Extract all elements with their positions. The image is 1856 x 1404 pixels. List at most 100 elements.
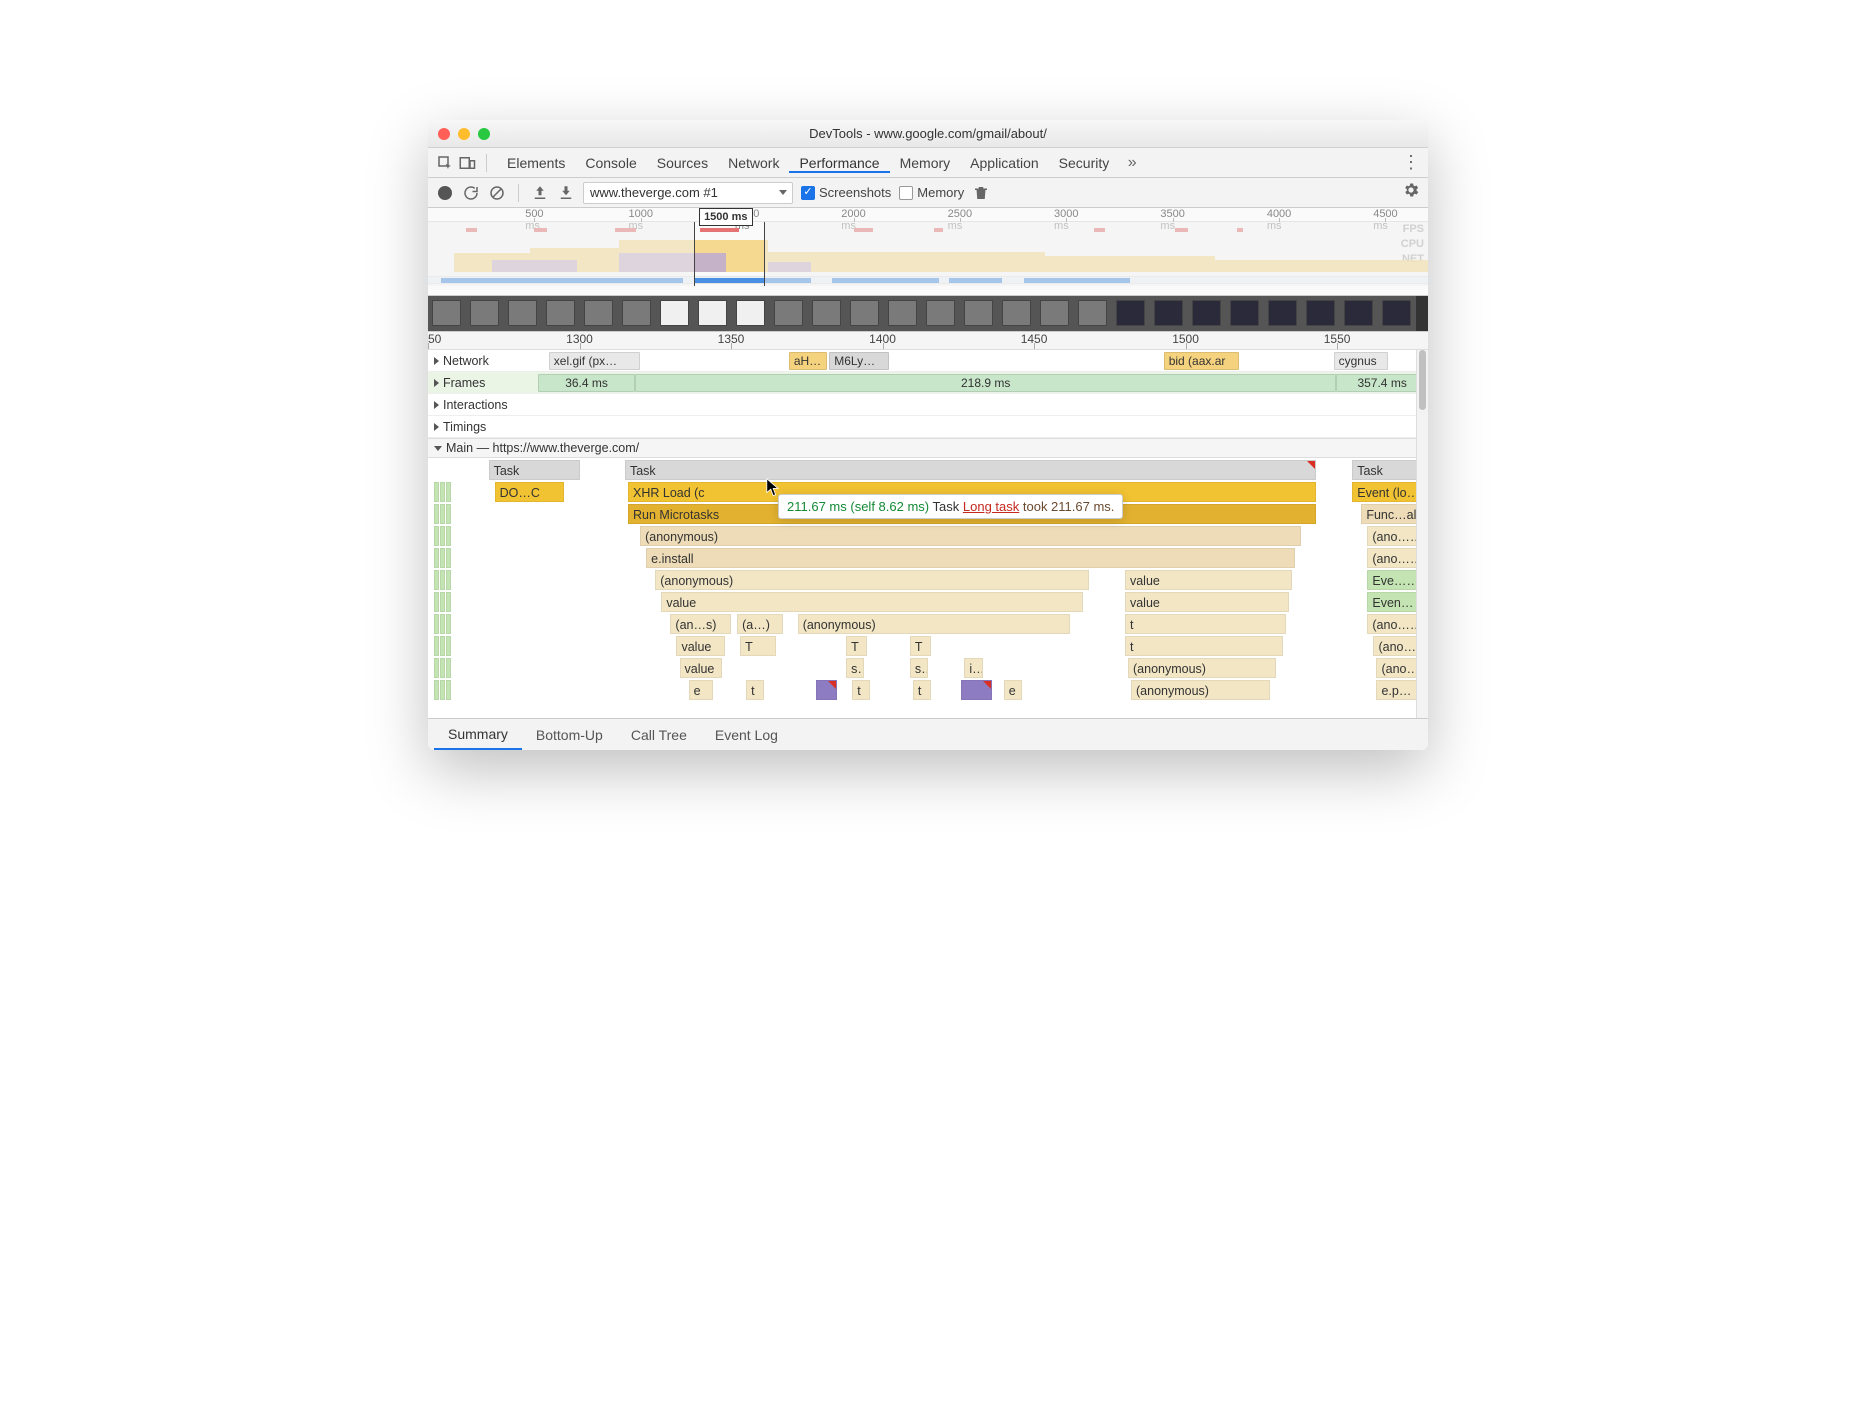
tab-sources[interactable]: Sources: [647, 155, 718, 171]
checkbox-unchecked-icon[interactable]: [899, 186, 913, 200]
flame-event[interactable]: T: [910, 636, 931, 656]
flame-chart[interactable]: 211.67 ms (self 8.62 ms) Task Long task …: [428, 458, 1428, 718]
flame-event[interactable]: i…: [964, 658, 982, 678]
tab-security[interactable]: Security: [1049, 155, 1120, 171]
flame-event[interactable]: t: [746, 680, 764, 700]
flame-event[interactable]: T: [740, 636, 776, 656]
flame-event[interactable]: (an…s): [670, 614, 731, 634]
details-tab-summary[interactable]: Summary: [434, 719, 522, 750]
filmstrip-frame[interactable]: [960, 296, 998, 331]
flame-event[interactable]: Task: [489, 460, 580, 480]
filmstrip-frame[interactable]: [1226, 296, 1264, 331]
flame-event[interactable]: [816, 680, 837, 700]
network-request[interactable]: bid (aax.ar: [1164, 352, 1240, 370]
filmstrip-frame[interactable]: [732, 296, 770, 331]
flame-event[interactable]: (anonymous): [1128, 658, 1276, 678]
flame-event[interactable]: s…: [910, 658, 928, 678]
garbage-collect-button[interactable]: [972, 184, 990, 202]
upload-profile-button[interactable]: [531, 184, 549, 202]
chevron-right-icon[interactable]: [434, 379, 439, 387]
filmstrip-frame[interactable]: [504, 296, 542, 331]
flame-event[interactable]: [446, 680, 451, 700]
flame-event[interactable]: (anonymous): [640, 526, 1301, 546]
session-dropdown[interactable]: www.theverge.com #1: [583, 182, 793, 204]
overview-timeline[interactable]: 500 ms1000 ms1500 ms2000 ms2500 ms3000 m…: [428, 208, 1428, 296]
flame-event[interactable]: (anonymous): [655, 570, 1088, 590]
flame-event[interactable]: [440, 680, 445, 700]
filmstrip-frame[interactable]: [770, 296, 808, 331]
filmstrip-frame[interactable]: [1188, 296, 1226, 331]
minimize-window-button[interactable]: [458, 128, 470, 140]
tab-memory[interactable]: Memory: [890, 155, 961, 171]
flame-event[interactable]: e.install: [646, 548, 1294, 568]
filmstrip-frame[interactable]: [542, 296, 580, 331]
network-track[interactable]: Network xel.gif (px…aHR0cM6Ly…bid (aax.a…: [428, 350, 1428, 372]
network-request[interactable]: M6Ly…: [829, 352, 888, 370]
overview-selection-label[interactable]: 1500 ms: [699, 208, 752, 226]
flame-event[interactable]: [434, 592, 439, 612]
flame-event[interactable]: [440, 548, 445, 568]
frame-block[interactable]: 357.4 ms: [1336, 374, 1428, 392]
reload-button[interactable]: [462, 184, 480, 202]
memory-toggle[interactable]: Memory: [899, 185, 964, 200]
close-window-button[interactable]: [438, 128, 450, 140]
details-tab-call-tree[interactable]: Call Tree: [617, 719, 701, 750]
screenshots-toggle[interactable]: ✓ Screenshots: [801, 185, 891, 200]
clear-button[interactable]: [488, 184, 506, 202]
tab-network[interactable]: Network: [718, 155, 789, 171]
download-profile-button[interactable]: [557, 184, 575, 202]
flame-event[interactable]: [434, 482, 439, 502]
record-button[interactable]: [436, 184, 454, 202]
chevron-right-icon[interactable]: [434, 423, 439, 431]
flame-event[interactable]: [446, 592, 451, 612]
flame-event[interactable]: T: [846, 636, 867, 656]
flame-event[interactable]: [446, 614, 451, 634]
filmstrip-frame[interactable]: [580, 296, 618, 331]
flame-event[interactable]: t: [1125, 636, 1283, 656]
filmstrip-frame[interactable]: [1264, 296, 1302, 331]
flame-event[interactable]: (anonymous): [1131, 680, 1270, 700]
flame-event[interactable]: [446, 570, 451, 590]
flame-event[interactable]: value: [661, 592, 1082, 612]
more-tabs-icon[interactable]: »: [1123, 154, 1141, 172]
flame-event[interactable]: [440, 592, 445, 612]
filmstrip-frame[interactable]: [428, 296, 466, 331]
tab-elements[interactable]: Elements: [497, 155, 575, 171]
filmstrip-frame[interactable]: [694, 296, 732, 331]
filmstrip-frame[interactable]: [1112, 296, 1150, 331]
flame-event[interactable]: DO…C: [495, 482, 565, 502]
maximize-window-button[interactable]: [478, 128, 490, 140]
flame-event[interactable]: e: [1004, 680, 1022, 700]
chevron-right-icon[interactable]: [434, 401, 439, 409]
flame-event[interactable]: value: [1125, 592, 1289, 612]
flame-event[interactable]: t: [852, 680, 870, 700]
filmstrip-frame[interactable]: [1340, 296, 1378, 331]
settings-icon[interactable]: [1402, 181, 1420, 204]
interactions-track[interactable]: Interactions: [428, 394, 1428, 416]
flame-event[interactable]: [440, 570, 445, 590]
session-selector[interactable]: www.theverge.com #1: [583, 182, 793, 204]
frame-block[interactable]: 36.4 ms: [538, 374, 635, 392]
flame-event[interactable]: value: [676, 636, 724, 656]
flame-event[interactable]: (a…): [737, 614, 782, 634]
main-thread-section-header[interactable]: Main — https://www.theverge.com/: [428, 438, 1428, 458]
network-request[interactable]: cygnus: [1334, 352, 1388, 370]
flame-event[interactable]: Task: [625, 460, 1316, 480]
flame-event[interactable]: e: [689, 680, 713, 700]
flame-event[interactable]: [440, 658, 445, 678]
filmstrip-frame[interactable]: [1302, 296, 1340, 331]
filmstrip-frame[interactable]: [1150, 296, 1188, 331]
filmstrip-frame[interactable]: [998, 296, 1036, 331]
frame-block[interactable]: 218.9 ms: [635, 374, 1336, 392]
filmstrip-frame[interactable]: [1074, 296, 1112, 331]
flame-event[interactable]: [434, 614, 439, 634]
filmstrip-frame[interactable]: [1036, 296, 1074, 331]
flame-event[interactable]: [434, 570, 439, 590]
tab-application[interactable]: Application: [960, 155, 1049, 171]
network-request[interactable]: xel.gif (px…: [549, 352, 641, 370]
flame-event[interactable]: [440, 636, 445, 656]
network-request[interactable]: aHR0c: [789, 352, 827, 370]
flame-event[interactable]: [434, 548, 439, 568]
flame-event[interactable]: value: [680, 658, 722, 678]
filmstrip-frame[interactable]: [618, 296, 656, 331]
